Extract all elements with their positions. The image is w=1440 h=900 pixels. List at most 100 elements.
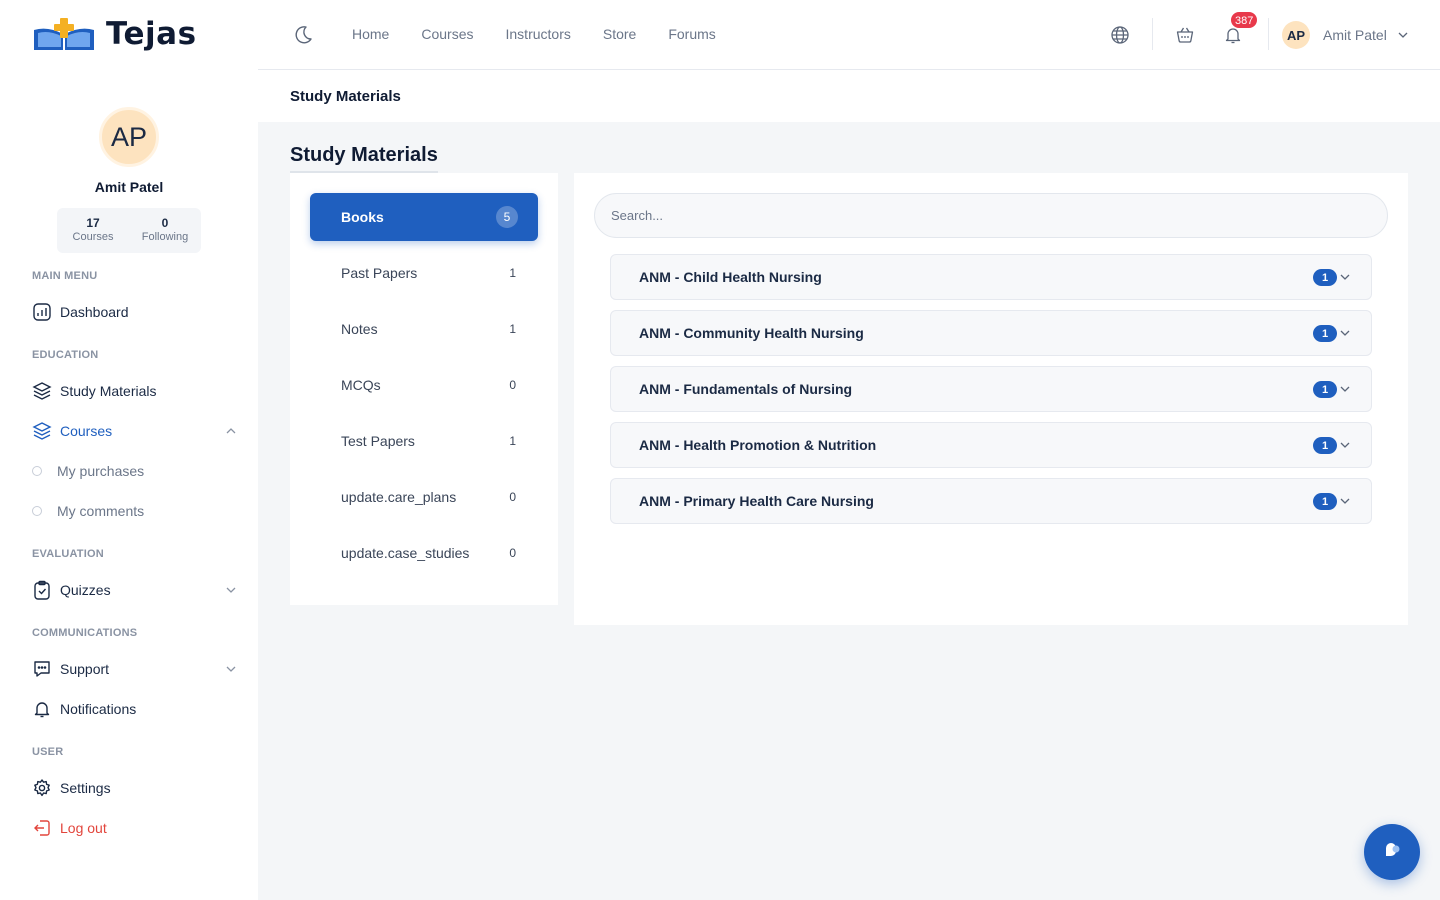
category-count: 0 <box>509 490 516 504</box>
sidebar-subitem-my-purchases[interactable]: My purchases <box>32 459 144 483</box>
page-header: Study Materials <box>258 70 1440 122</box>
chevron-down-icon[interactable] <box>224 583 238 597</box>
chevron-down-icon[interactable] <box>1397 29 1409 41</box>
category-mcqs[interactable]: MCQs 0 <box>310 361 538 409</box>
layers-icon <box>32 421 52 441</box>
chevron-down-icon[interactable] <box>1339 383 1351 395</box>
brand-name: Tejas <box>106 16 197 52</box>
material-count-badge: 1 <box>1313 493 1337 510</box>
header-divider <box>1268 18 1269 50</box>
category-label: Books <box>341 209 384 225</box>
material-title: ANM - Health Promotion & Nutrition <box>639 437 877 453</box>
category-label: MCQs <box>341 377 381 393</box>
section-main-menu: MAIN MENU <box>32 270 98 282</box>
category-label: Past Papers <box>341 265 418 281</box>
category-case-studies[interactable]: update.case_studies 0 <box>310 529 538 577</box>
profile-name: Amit Patel <box>94 179 164 195</box>
book-logo-icon <box>34 18 94 50</box>
chevron-up-icon[interactable] <box>224 424 238 438</box>
user-menu-name[interactable]: Amit Patel <box>1323 27 1387 43</box>
sidebar-item-label: Study Materials <box>60 383 157 399</box>
material-count-badge: 1 <box>1313 325 1337 342</box>
material-title: ANM - Primary Health Care Nursing <box>639 493 874 509</box>
sidebar-item-label: Settings <box>60 780 111 796</box>
bullet-icon <box>32 506 42 516</box>
sidebar-subitem-label: My comments <box>57 503 145 519</box>
stat-following-label: Following <box>141 231 189 243</box>
sidebar-item-label: Dashboard <box>60 304 129 320</box>
main-content: Study Materials Books 5 Past Papers 1 No… <box>258 122 1440 900</box>
category-label: Notes <box>341 321 378 337</box>
category-label: Test Papers <box>341 433 415 449</box>
top-header: Home Courses Instructors Store Forums 38… <box>258 0 1440 70</box>
chevron-down-icon[interactable] <box>224 662 238 676</box>
material-accordion[interactable]: ANM - Fundamentals of Nursing 1 <box>610 366 1372 412</box>
category-past-papers[interactable]: Past Papers 1 <box>310 249 538 297</box>
sidebar-item-quizzes[interactable]: Quizzes <box>32 577 242 603</box>
sidebar-item-logout[interactable]: Log out <box>32 815 242 841</box>
material-title: ANM - Child Health Nursing <box>639 269 822 285</box>
chevron-down-icon[interactable] <box>1339 327 1351 339</box>
user-avatar[interactable]: AP <box>1282 21 1310 49</box>
search-input[interactable] <box>594 193 1388 238</box>
stat-following-count: 0 <box>161 216 169 230</box>
sidebar-item-dashboard[interactable]: Dashboard <box>32 299 242 325</box>
bullet-icon <box>32 466 42 476</box>
category-books[interactable]: Books 5 <box>310 193 538 241</box>
header-divider <box>1152 18 1153 50</box>
page-title: Study Materials <box>290 144 438 173</box>
notification-count-badge: 387 <box>1230 11 1259 29</box>
chevron-down-icon[interactable] <box>1339 271 1351 283</box>
stat-courses-count: 17 <box>86 216 100 230</box>
gear-icon <box>32 778 52 798</box>
category-count: 1 <box>509 266 516 280</box>
material-accordion[interactable]: ANM - Child Health Nursing 1 <box>610 254 1372 300</box>
stat-following: 0 Following <box>129 208 201 253</box>
sidebar-item-courses[interactable]: Courses <box>32 418 242 444</box>
chat-icon <box>32 659 52 679</box>
sidebar-item-study-materials[interactable]: Study Materials <box>32 378 242 404</box>
nav-store[interactable]: Store <box>603 26 636 42</box>
material-accordion[interactable]: ANM - Community Health Nursing 1 <box>610 310 1372 356</box>
material-accordion[interactable]: ANM - Primary Health Care Nursing 1 <box>610 478 1372 524</box>
sidebar-item-label: Support <box>60 661 110 677</box>
sidebar-item-label: Log out <box>60 820 107 836</box>
section-education: EDUCATION <box>32 349 99 361</box>
sidebar-item-support[interactable]: Support <box>32 656 242 682</box>
moon-icon[interactable] <box>292 24 314 46</box>
chat-fab-button[interactable] <box>1364 824 1420 880</box>
nav-courses[interactable]: Courses <box>421 26 473 42</box>
profile-stats: 17 Courses 0 Following <box>57 208 201 253</box>
chevron-down-icon[interactable] <box>1339 495 1351 507</box>
breadcrumb: Study Materials <box>290 88 401 105</box>
category-test-papers[interactable]: Test Papers 1 <box>310 417 538 465</box>
profile-avatar[interactable]: AP <box>99 107 159 167</box>
nav-instructors[interactable]: Instructors <box>506 26 571 42</box>
layers-icon <box>32 381 52 401</box>
sidebar-subitem-label: My purchases <box>57 463 145 479</box>
chat-bubble-icon <box>1386 843 1400 856</box>
category-count: 5 <box>496 206 518 228</box>
category-count: 1 <box>509 322 516 336</box>
logout-icon <box>32 818 52 838</box>
sidebar-subitem-my-comments[interactable]: My comments <box>32 499 144 523</box>
nav-forums[interactable]: Forums <box>668 26 715 42</box>
category-notes[interactable]: Notes 1 <box>310 305 538 353</box>
section-user: USER <box>32 746 64 758</box>
chevron-down-icon[interactable] <box>1339 439 1351 451</box>
sidebar-item-label: Notifications <box>60 701 137 717</box>
globe-icon[interactable] <box>1108 23 1132 47</box>
cart-icon[interactable] <box>1173 23 1197 47</box>
category-label: update.care_plans <box>341 489 457 505</box>
category-panel: Books 5 Past Papers 1 Notes 1 MCQs 0 Tes… <box>290 173 558 605</box>
category-care-plans[interactable]: update.care_plans 0 <box>310 473 538 521</box>
sidebar-item-label: Courses <box>60 423 113 439</box>
sidebar-item-settings[interactable]: Settings <box>32 775 242 801</box>
section-evaluation: EVALUATION <box>32 548 104 560</box>
material-accordion[interactable]: ANM - Health Promotion & Nutrition 1 <box>610 422 1372 468</box>
category-label: update.case_studies <box>341 545 470 561</box>
brand-logo[interactable]: Tejas <box>32 16 197 52</box>
material-count-badge: 1 <box>1313 381 1337 398</box>
sidebar-item-notifications[interactable]: Notifications <box>32 696 242 722</box>
nav-home[interactable]: Home <box>352 26 389 42</box>
